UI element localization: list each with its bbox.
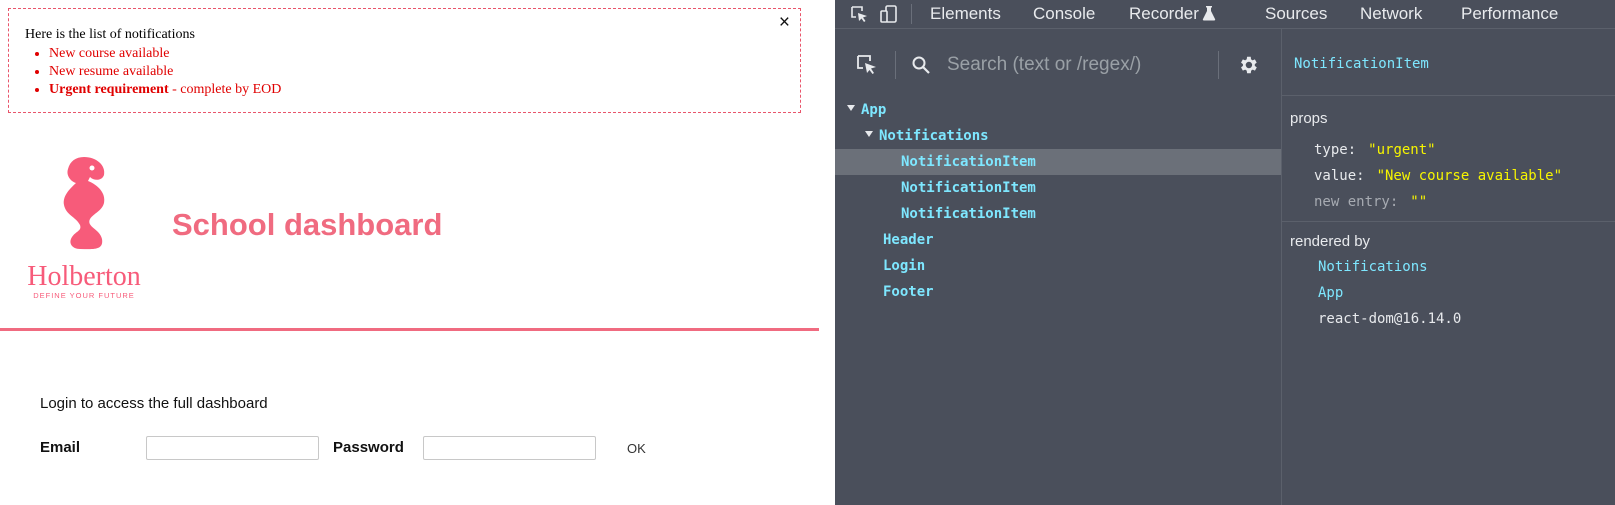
password-label: Password (333, 439, 404, 456)
header-divider (0, 328, 819, 331)
tree-node-login[interactable]: Login (883, 253, 925, 279)
tree-node-notification-item[interactable]: NotificationItem (901, 175, 1036, 201)
logo-text: Holberton (27, 261, 141, 292)
tree-node-notifications[interactable]: Notifications (865, 123, 989, 149)
search-separator (1218, 51, 1219, 79)
prop-row[interactable]: value: "New course available" (1314, 168, 1562, 184)
app-page: × Here is the list of notifications New … (0, 0, 835, 505)
select-component-icon[interactable] (855, 53, 879, 77)
holberton-logo: Holberton DEFINE YOUR FUTURE (27, 157, 141, 300)
tab-elements[interactable]: Elements (930, 4, 1001, 24)
tab-recorder[interactable]: Recorder (1129, 4, 1199, 24)
caret-down-icon[interactable] (847, 105, 855, 111)
notification-urgent-label: Urgent requirement (49, 82, 169, 97)
notifications-list: New course available New resume availabl… (49, 45, 281, 99)
ok-button[interactable]: OK (627, 441, 646, 456)
details-divider (1282, 95, 1615, 96)
caret-down-icon[interactable] (865, 131, 873, 137)
rendered-by-heading: rendered by (1290, 233, 1371, 250)
logo-tagline: DEFINE YOUR FUTURE (33, 291, 135, 300)
tree-node-notification-item[interactable]: NotificationItem (901, 201, 1036, 227)
component-search-bar (835, 45, 1281, 85)
search-input[interactable] (947, 53, 1207, 77)
details-divider (1282, 221, 1615, 222)
devtools-toolbar: Elements Console Recorder Sources Networ… (835, 0, 1615, 29)
password-field[interactable] (423, 436, 596, 460)
search-separator (895, 51, 896, 79)
tree-node-header[interactable]: Header (883, 227, 934, 253)
devtools-panel: Elements Console Recorder Sources Networ… (835, 0, 1615, 505)
selected-component-name: NotificationItem (1294, 56, 1429, 72)
flask-icon (1202, 6, 1216, 21)
close-icon[interactable]: × (779, 13, 790, 33)
seahorse-icon (63, 157, 105, 250)
search-icon (912, 56, 930, 74)
tree-node-app[interactable]: App (847, 97, 886, 123)
notification-item[interactable]: Urgent requirement - complete by EOD (49, 81, 281, 99)
props-heading: props (1290, 110, 1328, 127)
notifications-panel: × Here is the list of notifications New … (8, 8, 801, 113)
rendered-by-notifications[interactable]: Notifications (1318, 259, 1428, 275)
notification-item[interactable]: New resume available (49, 63, 281, 81)
email-field[interactable] (146, 436, 319, 460)
page-title: School dashboard (172, 207, 443, 242)
rendered-by-app[interactable]: App (1318, 285, 1343, 301)
prop-row[interactable]: type: "urgent" (1314, 142, 1436, 158)
tab-network[interactable]: Network (1360, 4, 1422, 24)
rendered-by-react-dom: react-dom@16.14.0 (1318, 311, 1462, 327)
toolbar-separator (911, 4, 912, 24)
device-toolbar-icon[interactable] (879, 4, 899, 24)
prop-new-entry[interactable]: new entry: "" (1314, 194, 1427, 210)
component-details: NotificationItem props type: "urgent" val… (1282, 28, 1615, 505)
notifications-intro: Here is the list of notifications (25, 27, 195, 42)
tree-node-footer[interactable]: Footer (883, 279, 934, 305)
tab-performance[interactable]: Performance (1461, 4, 1558, 24)
login-instructions: Login to access the full dashboard (40, 395, 268, 412)
notification-item[interactable]: New course available (49, 45, 281, 63)
tab-console[interactable]: Console (1033, 4, 1095, 24)
gear-icon[interactable] (1237, 54, 1259, 76)
notification-urgent-text: - complete by EOD (168, 82, 282, 97)
email-label: Email (40, 439, 81, 456)
tab-sources[interactable]: Sources (1265, 4, 1327, 24)
inspect-element-icon[interactable] (849, 4, 869, 24)
tree-node-notification-item-selected[interactable]: NotificationItem (835, 149, 1281, 175)
